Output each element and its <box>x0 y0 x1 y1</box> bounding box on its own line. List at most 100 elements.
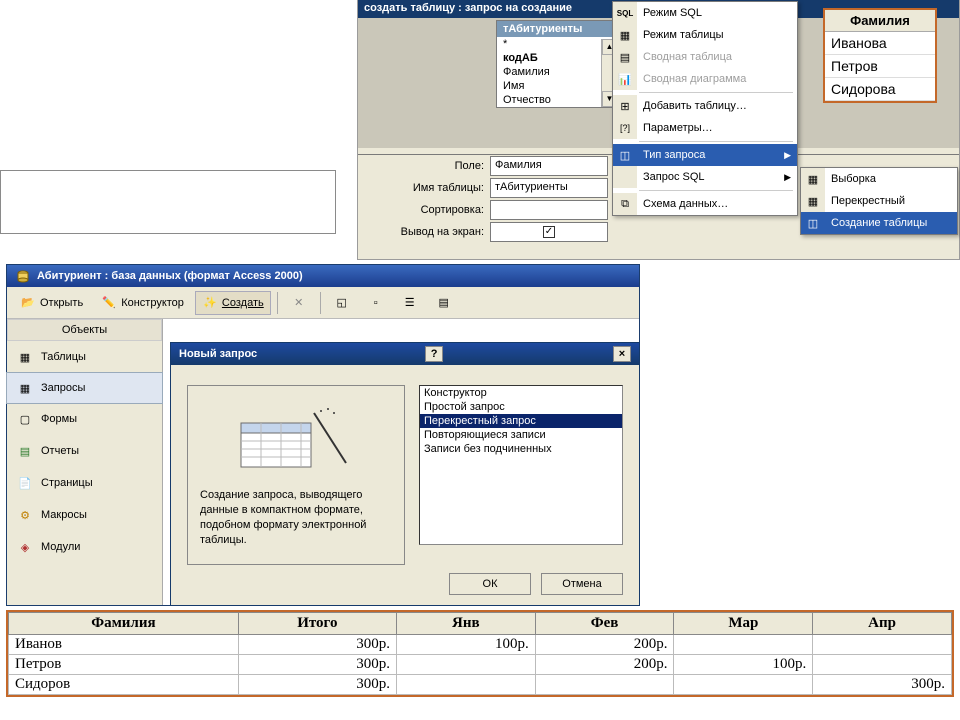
grid-cell-sort[interactable] <box>490 200 608 220</box>
table-field-list[interactable]: * кодАБ Фамилия Имя Отчество <box>497 37 617 107</box>
query-type-list[interactable]: Конструктор Простой запрос Перекрестный … <box>419 385 623 545</box>
view-large-icons[interactable]: ◱ <box>327 291 357 315</box>
chart-icon: 📊 <box>617 71 633 87</box>
table-box[interactable]: тАбитуриенты * кодАБ Фамилия Имя Отчеств… <box>496 20 618 108</box>
menu-add-table[interactable]: ⊞ Добавить таблицу… <box>613 95 797 117</box>
db-title-text: Абитуриент : база данных (формат Access … <box>37 270 303 282</box>
col-header[interactable]: Янв <box>396 613 535 635</box>
col-header[interactable]: Итого <box>238 613 396 635</box>
menu-query-type[interactable]: ◫ Тип запроса ▶ <box>613 144 797 166</box>
menu-parameters[interactable]: [?] Параметры… <box>613 117 797 139</box>
ok-button[interactable]: ОК <box>449 573 531 595</box>
menu-separator <box>639 92 793 93</box>
sidebar-modules[interactable]: ◈ Модули <box>7 531 162 563</box>
cell[interactable]: 200р. <box>535 655 674 675</box>
cell[interactable]: Иванов <box>9 635 239 655</box>
design-icon: ✏️ <box>101 295 117 311</box>
list-item[interactable]: Конструктор <box>420 386 622 400</box>
list-item-selected[interactable]: Перекрестный запрос <box>420 414 622 428</box>
menu-table-view[interactable]: ▦ Режим таблицы <box>613 24 797 46</box>
list-item[interactable]: Повторяющиеся записи <box>420 428 622 442</box>
datasheet-icon: ▦ <box>617 27 633 43</box>
cancel-button[interactable]: Отмена <box>541 573 623 595</box>
table-box-title: тАбитуриенты <box>497 21 617 37</box>
create-button[interactable]: ✨ Создать <box>195 291 271 315</box>
view-small-icons[interactable]: ▫ <box>361 291 391 315</box>
sidebar-macros[interactable]: ⚙ Макросы <box>7 499 162 531</box>
query-type-submenu[interactable]: ▦ Выборка ▦ Перекрестный ◫ Создание табл… <box>800 167 958 235</box>
field-item[interactable]: Отчество <box>497 93 617 107</box>
sidebar-tables[interactable]: ▦ Таблицы <box>7 341 162 373</box>
cell[interactable]: Петров <box>9 655 239 675</box>
field-item[interactable]: Имя <box>497 79 617 93</box>
cell[interactable]: 100р. <box>396 635 535 655</box>
cell[interactable]: 300р. <box>238 675 396 695</box>
open-button[interactable]: 📂 Открыть <box>13 291 90 315</box>
table-row[interactable]: Иванов 300р. 100р. 200р. <box>9 635 952 655</box>
crosstab-icon: ▦ <box>805 193 821 209</box>
surname-preview-row: Сидорова <box>825 78 935 101</box>
submenu-select[interactable]: ▦ Выборка <box>801 168 957 190</box>
view-list[interactable]: ☰ <box>395 291 425 315</box>
delete-button[interactable]: ✕ <box>284 291 314 315</box>
col-header[interactable]: Фев <box>535 613 674 635</box>
help-button[interactable]: ? <box>425 346 443 362</box>
sidebar-queries[interactable]: ▦ Запросы <box>6 372 163 404</box>
cell[interactable] <box>396 675 535 695</box>
grid-cell-field[interactable]: Фамилия <box>490 156 608 176</box>
table-row[interactable]: Сидоров 300р. 300р. <box>9 675 952 695</box>
grid-label-field: Поле: <box>358 160 490 172</box>
macros-icon: ⚙ <box>17 507 33 523</box>
menu-relationships[interactable]: ⧉ Схема данных… <box>613 193 797 215</box>
close-button[interactable]: × <box>613 346 631 362</box>
cell[interactable]: 300р. <box>813 675 952 695</box>
sidebar-pages[interactable]: 📄 Страницы <box>7 467 162 499</box>
chevron-right-icon: ▶ <box>784 150 791 161</box>
cell[interactable]: 200р. <box>535 635 674 655</box>
context-menu[interactable]: SQL Режим SQL ▦ Режим таблицы ▤ Сводная … <box>612 1 798 216</box>
dialog-titlebar[interactable]: Новый запрос ? × <box>171 343 639 365</box>
field-item[interactable]: кодАБ <box>497 51 617 65</box>
col-header[interactable]: Мар <box>674 613 813 635</box>
view-details[interactable]: ▤ <box>429 291 459 315</box>
submenu-crosstab[interactable]: ▦ Перекрестный <box>801 190 957 212</box>
cell[interactable]: 100р. <box>674 655 813 675</box>
cell[interactable] <box>396 655 535 675</box>
field-item[interactable]: Фамилия <box>497 65 617 79</box>
grid-cell-table[interactable]: тАбитуриенты <box>490 178 608 198</box>
blank-panel <box>0 170 336 234</box>
col-header[interactable]: Апр <box>813 613 952 635</box>
field-item[interactable]: * <box>497 37 617 51</box>
list-item[interactable]: Простой запрос <box>420 400 622 414</box>
forms-icon: ▢ <box>17 411 33 427</box>
open-icon: 📂 <box>20 295 36 311</box>
surname-preview-row: Иванова <box>825 32 935 55</box>
details-icon: ▤ <box>436 295 452 311</box>
new-icon: ✨ <box>202 295 218 311</box>
cell[interactable]: Сидоров <box>9 675 239 695</box>
cell[interactable] <box>813 655 952 675</box>
design-button[interactable]: ✏️ Конструктор <box>94 291 191 315</box>
cell[interactable]: 300р. <box>238 655 396 675</box>
tables-icon: ▦ <box>17 349 33 365</box>
checkbox-checked-icon[interactable]: ✓ <box>543 226 555 238</box>
submenu-make-table[interactable]: ◫ Создание таблицы <box>801 212 957 234</box>
menu-sql-view[interactable]: SQL Режим SQL <box>613 2 797 24</box>
sidebar-forms[interactable]: ▢ Формы <box>7 403 162 435</box>
sidebar-reports[interactable]: ▤ Отчеты <box>7 435 162 467</box>
delete-icon: ✕ <box>291 295 307 311</box>
menu-sql-query[interactable]: Запрос SQL ▶ <box>613 166 797 188</box>
grid-cell-show[interactable]: ✓ <box>490 222 608 242</box>
menu-separator <box>639 141 793 142</box>
menu-pivot-chart: 📊 Сводная диаграмма <box>613 68 797 90</box>
list-item[interactable]: Записи без подчиненных <box>420 442 622 456</box>
db-icon <box>15 268 31 284</box>
table-row[interactable]: Петров 300р. 200р. 100р. <box>9 655 952 675</box>
cell[interactable]: 300р. <box>238 635 396 655</box>
cell[interactable] <box>674 675 813 695</box>
col-header[interactable]: Фамилия <box>9 613 239 635</box>
cell[interactable] <box>535 675 674 695</box>
crosstab-result-table: Фамилия Итого Янв Фев Мар Апр Иванов 300… <box>6 610 954 697</box>
cell[interactable] <box>674 635 813 655</box>
cell[interactable] <box>813 635 952 655</box>
